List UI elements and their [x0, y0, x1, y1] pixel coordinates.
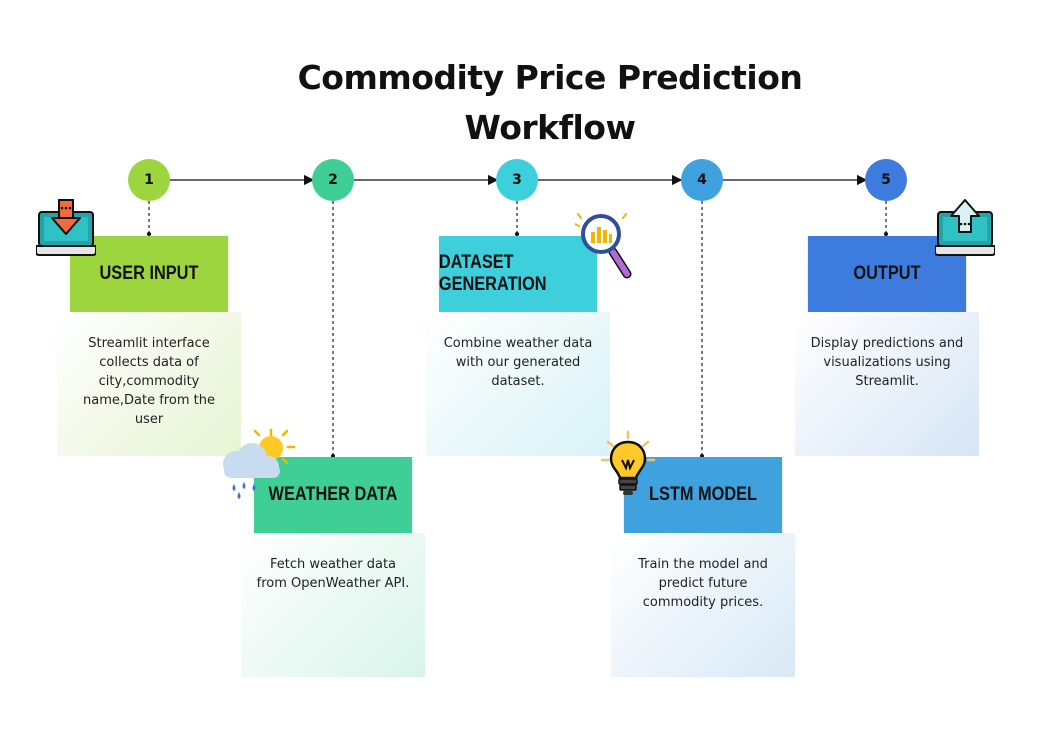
- upload-laptop-icon: [935, 199, 995, 256]
- step-5-description: Display predictions and visualizations u…: [795, 312, 979, 456]
- step-node-3: 3: [496, 159, 538, 201]
- step-3-description: Combine weather data with our generated …: [426, 312, 610, 456]
- step-node-4: 4: [681, 159, 723, 201]
- step-2-description: Fetch weather data from OpenWeather API.: [241, 533, 425, 677]
- step-node-2: 2: [312, 159, 354, 201]
- step-node-5: 5: [865, 159, 907, 201]
- weather-cloud-sun-icon: [223, 428, 296, 499]
- download-laptop-icon: [36, 199, 96, 256]
- step-3-title: DATASET GENERATION: [438, 236, 598, 312]
- step-4-description: Train the model and predict future commo…: [611, 533, 795, 677]
- step-1-description: Streamlit interface collects data of cit…: [57, 312, 241, 456]
- lightbulb-icon: [600, 430, 656, 495]
- step-node-1: 1: [128, 159, 170, 201]
- magnifier-chart-icon: [575, 213, 632, 279]
